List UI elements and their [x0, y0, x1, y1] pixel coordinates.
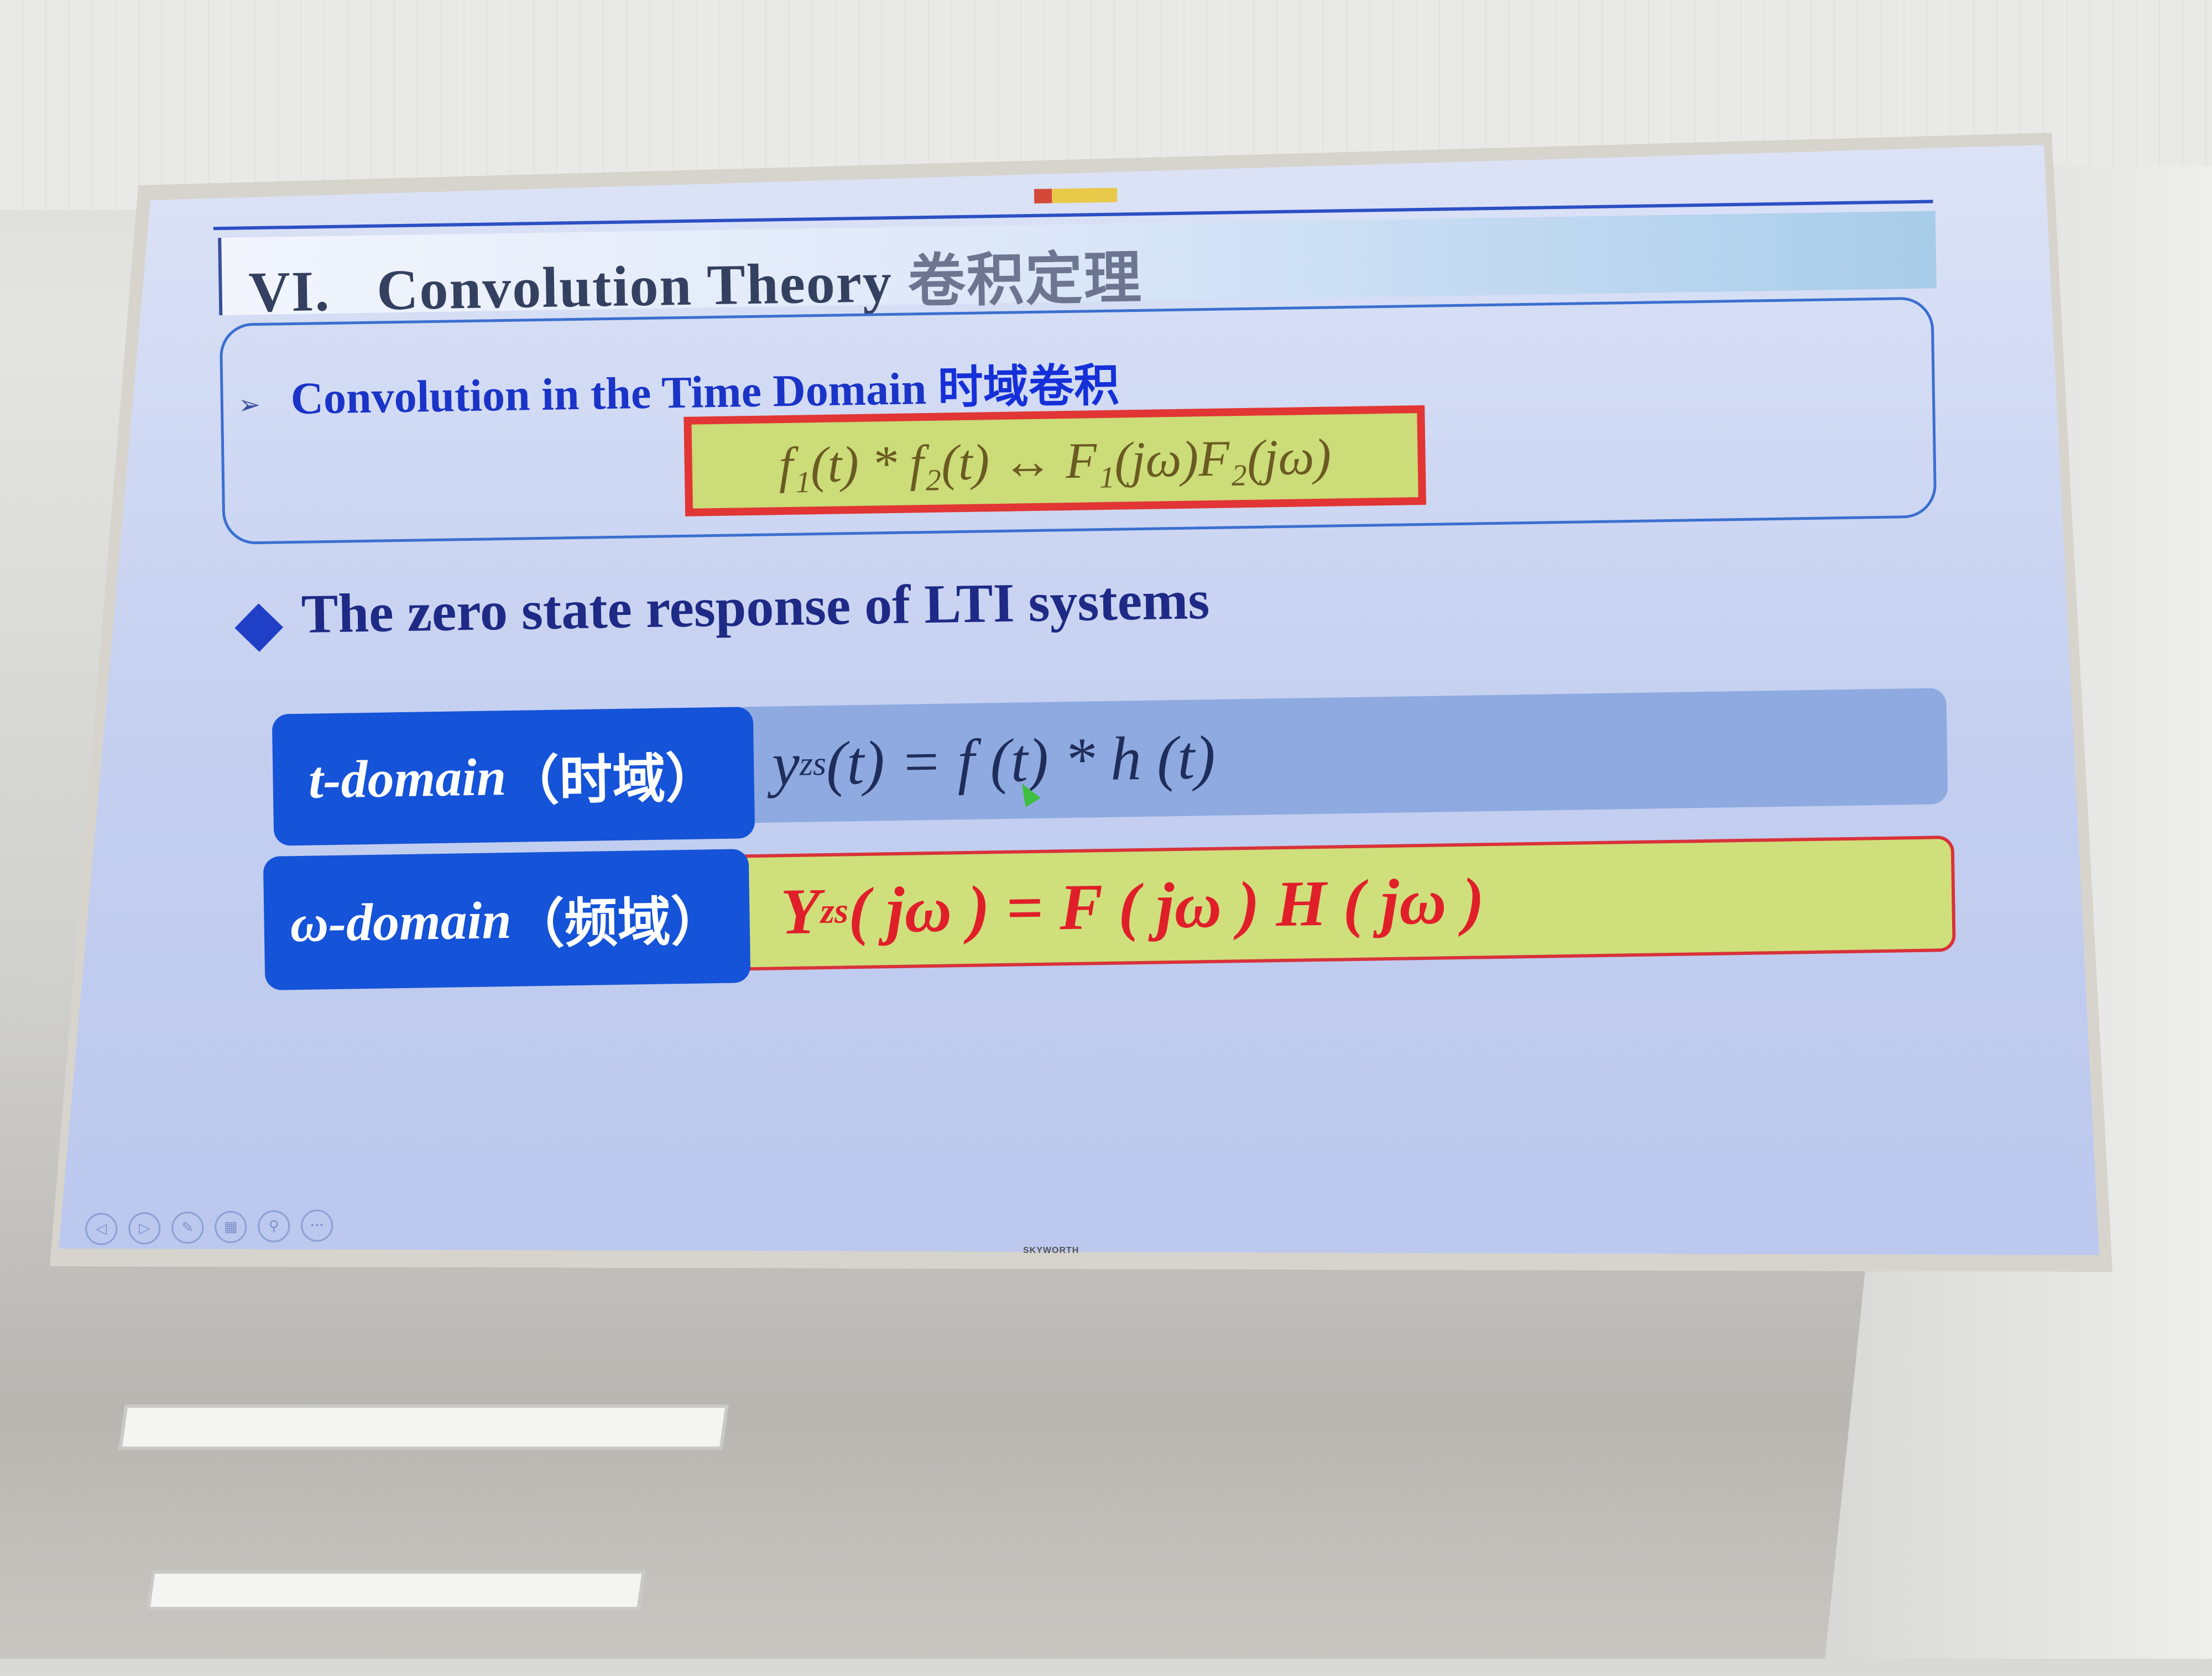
eq-main: Y	[780, 875, 821, 948]
title-prefix: VI.	[248, 259, 331, 325]
presentation-toolbar: ◁ ▷ ✎ ▦ ⚲ •••	[85, 1209, 333, 1246]
t-domain-equation: y zs (t) = f (t) * h (t)	[729, 688, 1948, 823]
zoom-icon[interactable]: ⚲	[257, 1210, 290, 1243]
label-en: t-domain	[308, 746, 507, 810]
subheading-cn: 时域卷积	[937, 359, 1120, 415]
title-cn: 卷积定理	[907, 243, 1143, 315]
label-cn: （时域）	[505, 746, 719, 812]
convolution-formula: f₁(t) * f₂(t) ↔ F₁(jω)F₂(jω)	[684, 405, 1426, 516]
eq-sub: zs	[820, 890, 849, 931]
label-cn: （频域）	[510, 890, 724, 956]
tv-brand-logo: SKYWORTH	[1023, 1246, 1079, 1255]
eq-rest: ( jω ) = F ( jω ) H ( jω )	[847, 864, 1485, 947]
diamond-bullet-icon	[234, 603, 284, 652]
omega-domain-label: ω-domain （频域）	[263, 849, 751, 990]
bullet-text: The zero state response of LTI systems	[300, 569, 1211, 645]
ceiling-light	[146, 1570, 646, 1610]
eq-main: y	[771, 729, 800, 798]
t-domain-label: t-domain （时域）	[272, 707, 755, 846]
university-logo	[1034, 187, 1118, 203]
previous-icon[interactable]: ◁	[85, 1213, 118, 1246]
ceiling-light	[118, 1405, 729, 1450]
label-en: ω-domain	[289, 890, 512, 953]
slides-icon[interactable]: ▦	[214, 1210, 247, 1244]
omega-domain-equation: Yzs( jω ) = F ( jω ) H ( jω )	[726, 835, 1956, 971]
next-icon[interactable]: ▷	[128, 1212, 161, 1245]
title-en: Convolution Theory	[376, 250, 893, 322]
arrow-bullet-icon: ➢	[238, 389, 261, 421]
more-icon[interactable]: •••	[300, 1209, 333, 1242]
pen-icon[interactable]: ✎	[171, 1211, 204, 1244]
eq-sub: zs	[799, 744, 827, 783]
